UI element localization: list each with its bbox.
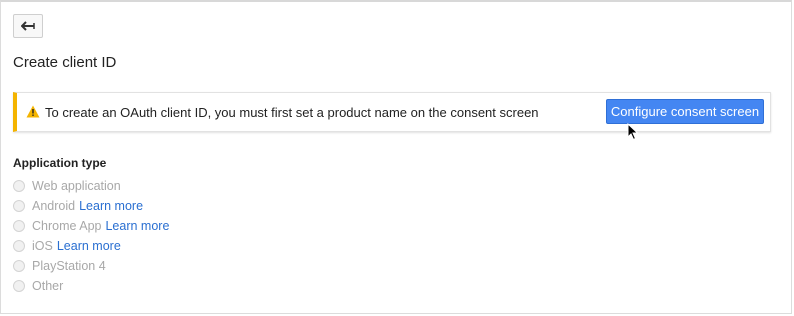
radio-android[interactable] <box>13 200 25 212</box>
radio-playstation-4[interactable] <box>13 260 25 272</box>
application-type-options: Web application Android Learn more Chrom… <box>13 176 169 296</box>
radio-other[interactable] <box>13 280 25 292</box>
warning-banner: To create an OAuth client ID, you must f… <box>13 92 771 132</box>
option-label: Android <box>32 199 76 213</box>
radio-chrome-app[interactable] <box>13 220 25 232</box>
option-other: Other <box>13 276 169 296</box>
radio-web-application[interactable] <box>13 180 25 192</box>
option-android: Android Learn more <box>13 196 169 216</box>
option-ios: iOS Learn more <box>13 236 169 256</box>
back-arrow-icon <box>21 21 35 31</box>
mouse-cursor-icon <box>627 123 639 141</box>
application-type-label: Application type <box>13 156 107 170</box>
option-playstation-4: PlayStation 4 <box>13 256 169 276</box>
page-title: Create client ID <box>13 54 117 71</box>
radio-ios[interactable] <box>13 240 25 252</box>
option-label: iOS <box>32 239 53 253</box>
option-label: PlayStation 4 <box>32 259 106 273</box>
option-label: Chrome App <box>32 219 102 233</box>
warning-message: To create an OAuth client ID, you must f… <box>45 105 539 120</box>
ios-learn-more-link[interactable]: Learn more <box>57 239 121 253</box>
option-chrome-app: Chrome App Learn more <box>13 216 169 236</box>
option-label: Web application <box>32 179 121 193</box>
option-web-application: Web application <box>13 176 169 196</box>
option-label: Other <box>32 279 64 293</box>
chrome-app-learn-more-link[interactable]: Learn more <box>105 219 169 233</box>
back-button[interactable] <box>13 14 43 38</box>
configure-consent-screen-button[interactable]: Configure consent screen <box>606 99 764 124</box>
android-learn-more-link[interactable]: Learn more <box>79 199 143 213</box>
warning-icon <box>26 105 40 118</box>
